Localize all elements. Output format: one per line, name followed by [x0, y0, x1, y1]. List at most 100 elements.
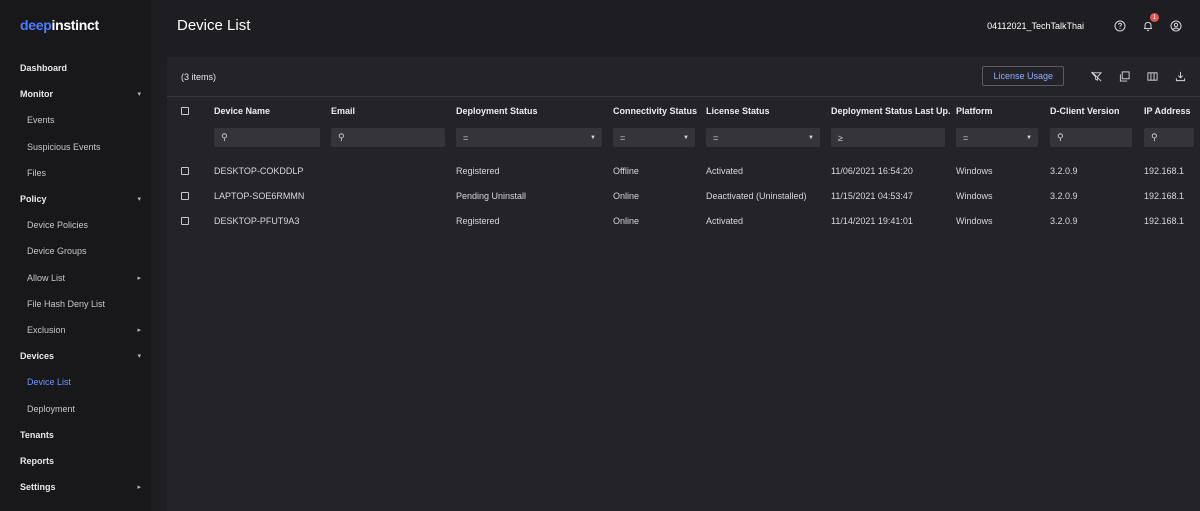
filter-d-client-version[interactable]: ⚲: [1050, 128, 1132, 147]
sidebar-item-allow-list[interactable]: Allow List ▸: [0, 265, 151, 291]
cell-device-name: DESKTOP-COKDDLP: [214, 165, 304, 176]
table-header-row: Device Name Email Deployment Status Connect…: [167, 97, 1200, 125]
chevron-down-icon[interactable]: ▾: [137, 90, 141, 98]
table-row[interactable]: DESKTOP-COKDDLP Registered Offline Activate…: [167, 158, 1200, 183]
table-row[interactable]: LAPTOP-SOE6RMMN Pending Uninstall Online De…: [167, 183, 1200, 208]
device-list-panel: (3 items) License Usage Device Name Email…: [167, 57, 1200, 511]
row-checkbox[interactable]: [181, 166, 189, 175]
sidebar-item-events[interactable]: Events: [0, 107, 151, 133]
select-all-checkbox[interactable]: [181, 107, 189, 115]
cell-d-client-version: 3.2.0.9: [1050, 215, 1078, 226]
cell-email: [331, 208, 451, 233]
caret-down-icon[interactable]: ▼: [1026, 135, 1032, 141]
sidebar-item-label: Suspicious Events: [27, 141, 101, 152]
chevron-down-icon[interactable]: ▾: [137, 352, 141, 360]
sidebar-item-suspicious-events[interactable]: Suspicious Events: [0, 134, 151, 160]
sidebar-item-file-hash-deny-list[interactable]: File Hash Deny List: [0, 291, 151, 317]
filter-deployment-status[interactable]: = ▼: [456, 128, 602, 147]
filter-ip-address[interactable]: ⚲: [1144, 128, 1194, 147]
cell-deployment-status: Registered: [456, 165, 500, 176]
cell-connectivity-status: Offline: [613, 165, 639, 176]
sidebar-item-settings[interactable]: Settings ▸: [0, 474, 151, 500]
sidebar-item-device-list[interactable]: Device List: [0, 369, 151, 395]
sidebar-item-dashboard[interactable]: Dashboard: [0, 55, 151, 81]
filter-device-name[interactable]: ⚲: [214, 128, 320, 147]
logo-text-deep: deep: [20, 17, 52, 33]
filter-contains-icon: ⚲: [1057, 132, 1064, 142]
sidebar-item-tenants[interactable]: Tenants: [0, 422, 151, 448]
filter-greater-equal-icon: ≥: [838, 132, 843, 143]
filter-contains-icon: ⚲: [221, 132, 228, 142]
filter-contains-icon: ⚲: [1151, 132, 1158, 142]
filter-contains-icon: ⚲: [338, 132, 345, 142]
cell-license-status: Deactivated (Uninstalled): [706, 190, 807, 201]
filter-equals-icon: =: [963, 132, 969, 143]
columns-icon[interactable]: [1146, 70, 1158, 82]
cell-device-name: DESKTOP-PFUT9A3: [214, 215, 300, 226]
filter-connectivity-status[interactable]: = ▼: [613, 128, 695, 147]
filter-platform[interactable]: = ▼: [956, 128, 1038, 147]
filter-license-status[interactable]: = ▼: [706, 128, 820, 147]
copy-icon[interactable]: [1118, 70, 1130, 82]
filter-email[interactable]: ⚲: [331, 128, 445, 147]
license-usage-button[interactable]: License Usage: [982, 66, 1064, 86]
sidebar-item-monitor[interactable]: Monitor ▾: [0, 81, 151, 107]
clear-filters-icon[interactable]: [1090, 70, 1102, 82]
row-select-cell: [181, 183, 193, 208]
sidebar-item-label: Files: [27, 167, 47, 178]
device-table: Device Name Email Deployment Status Connect…: [167, 97, 1200, 233]
cell-deployment-status-last-up: 11/06/2021 16:54:20: [831, 165, 913, 176]
filter-deployment-status-last-up[interactable]: ≥: [831, 128, 945, 147]
sidebar-item-label: Allow List: [27, 272, 66, 283]
sidebar-item-devices[interactable]: Devices ▾: [0, 343, 151, 369]
column-header-d-client-version[interactable]: D-Client Version: [1050, 97, 1138, 125]
caret-down-icon[interactable]: ▼: [683, 135, 689, 141]
sidebar-item-deployment[interactable]: Deployment: [0, 395, 151, 421]
caret-down-icon[interactable]: ▼: [590, 135, 596, 141]
sidebar-item-reports[interactable]: Reports: [0, 448, 151, 474]
column-header-device-name[interactable]: Device Name: [214, 97, 326, 125]
sidebar-item-label: Monitor: [20, 89, 53, 100]
row-checkbox[interactable]: [181, 191, 189, 200]
column-header-connectivity-status[interactable]: Connectivity Status: [613, 97, 701, 125]
row-checkbox[interactable]: [181, 216, 189, 225]
cell-ip-address: 192.168.1: [1144, 215, 1185, 226]
cell-deployment-status: Registered: [456, 215, 500, 226]
column-header-deployment-status[interactable]: Deployment Status: [456, 97, 608, 125]
cell-device-name: LAPTOP-SOE6RMMN: [214, 190, 305, 201]
column-header-license-status[interactable]: License Status: [706, 97, 826, 125]
sidebar-item-policy[interactable]: Policy ▾: [0, 186, 151, 212]
sidebar-item-label: File Hash Deny List: [27, 298, 106, 309]
column-header-deployment-status-last-up[interactable]: Deployment Status Last Up...: [831, 97, 951, 125]
cell-platform: Windows: [956, 190, 993, 201]
caret-down-icon[interactable]: ▼: [808, 135, 814, 141]
chevron-right-icon[interactable]: ▸: [137, 326, 141, 334]
column-header-ip-address[interactable]: IP Address: [1144, 97, 1200, 125]
chevron-down-icon[interactable]: ▾: [137, 195, 141, 203]
chevron-right-icon[interactable]: ▸: [137, 274, 141, 282]
sidebar-item-label: Settings: [20, 482, 56, 493]
table-body: DESKTOP-COKDDLP Registered Offline Activate…: [167, 158, 1200, 233]
cell-deployment-status-last-up: 11/14/2021 19:41:01: [831, 215, 913, 226]
user-profile-icon[interactable]: [1170, 20, 1182, 32]
sidebar-item-device-policies[interactable]: Device Policies: [0, 212, 151, 238]
cell-ip-address: 192.168.1: [1144, 190, 1185, 201]
table-row[interactable]: DESKTOP-PFUT9A3 Registered Online Activated…: [167, 208, 1200, 233]
filter-equals-icon: =: [463, 132, 469, 143]
sidebar-item-label: Deployment: [27, 403, 76, 414]
column-header-platform[interactable]: Platform: [956, 97, 1044, 125]
sidebar-item-exclusion[interactable]: Exclusion ▸: [0, 317, 151, 343]
help-icon[interactable]: [1114, 20, 1126, 32]
table-filter-row: ⚲ ⚲ = ▼ = ▼ = ▼ ≥ = ▼ ⚲ ⚲: [167, 125, 1200, 152]
sidebar-item-device-groups[interactable]: Device Groups: [0, 238, 151, 264]
sidebar-item-label: Device Groups: [27, 246, 87, 257]
chevron-right-icon[interactable]: ▸: [137, 483, 141, 491]
sidebar-item-files[interactable]: Files: [0, 160, 151, 186]
tenant-selector[interactable]: 04112021_TechTalkThai: [987, 21, 1084, 31]
sidebar-item-label: Device Policies: [27, 220, 89, 231]
brand-logo[interactable]: deepinstinct: [20, 17, 99, 33]
cell-deployment-status-last-up: 11/15/2021 04:53:47: [831, 190, 913, 201]
notifications-bell-icon[interactable]: 1: [1142, 13, 1159, 32]
column-header-email[interactable]: Email: [331, 97, 451, 125]
download-icon[interactable]: [1174, 70, 1186, 82]
